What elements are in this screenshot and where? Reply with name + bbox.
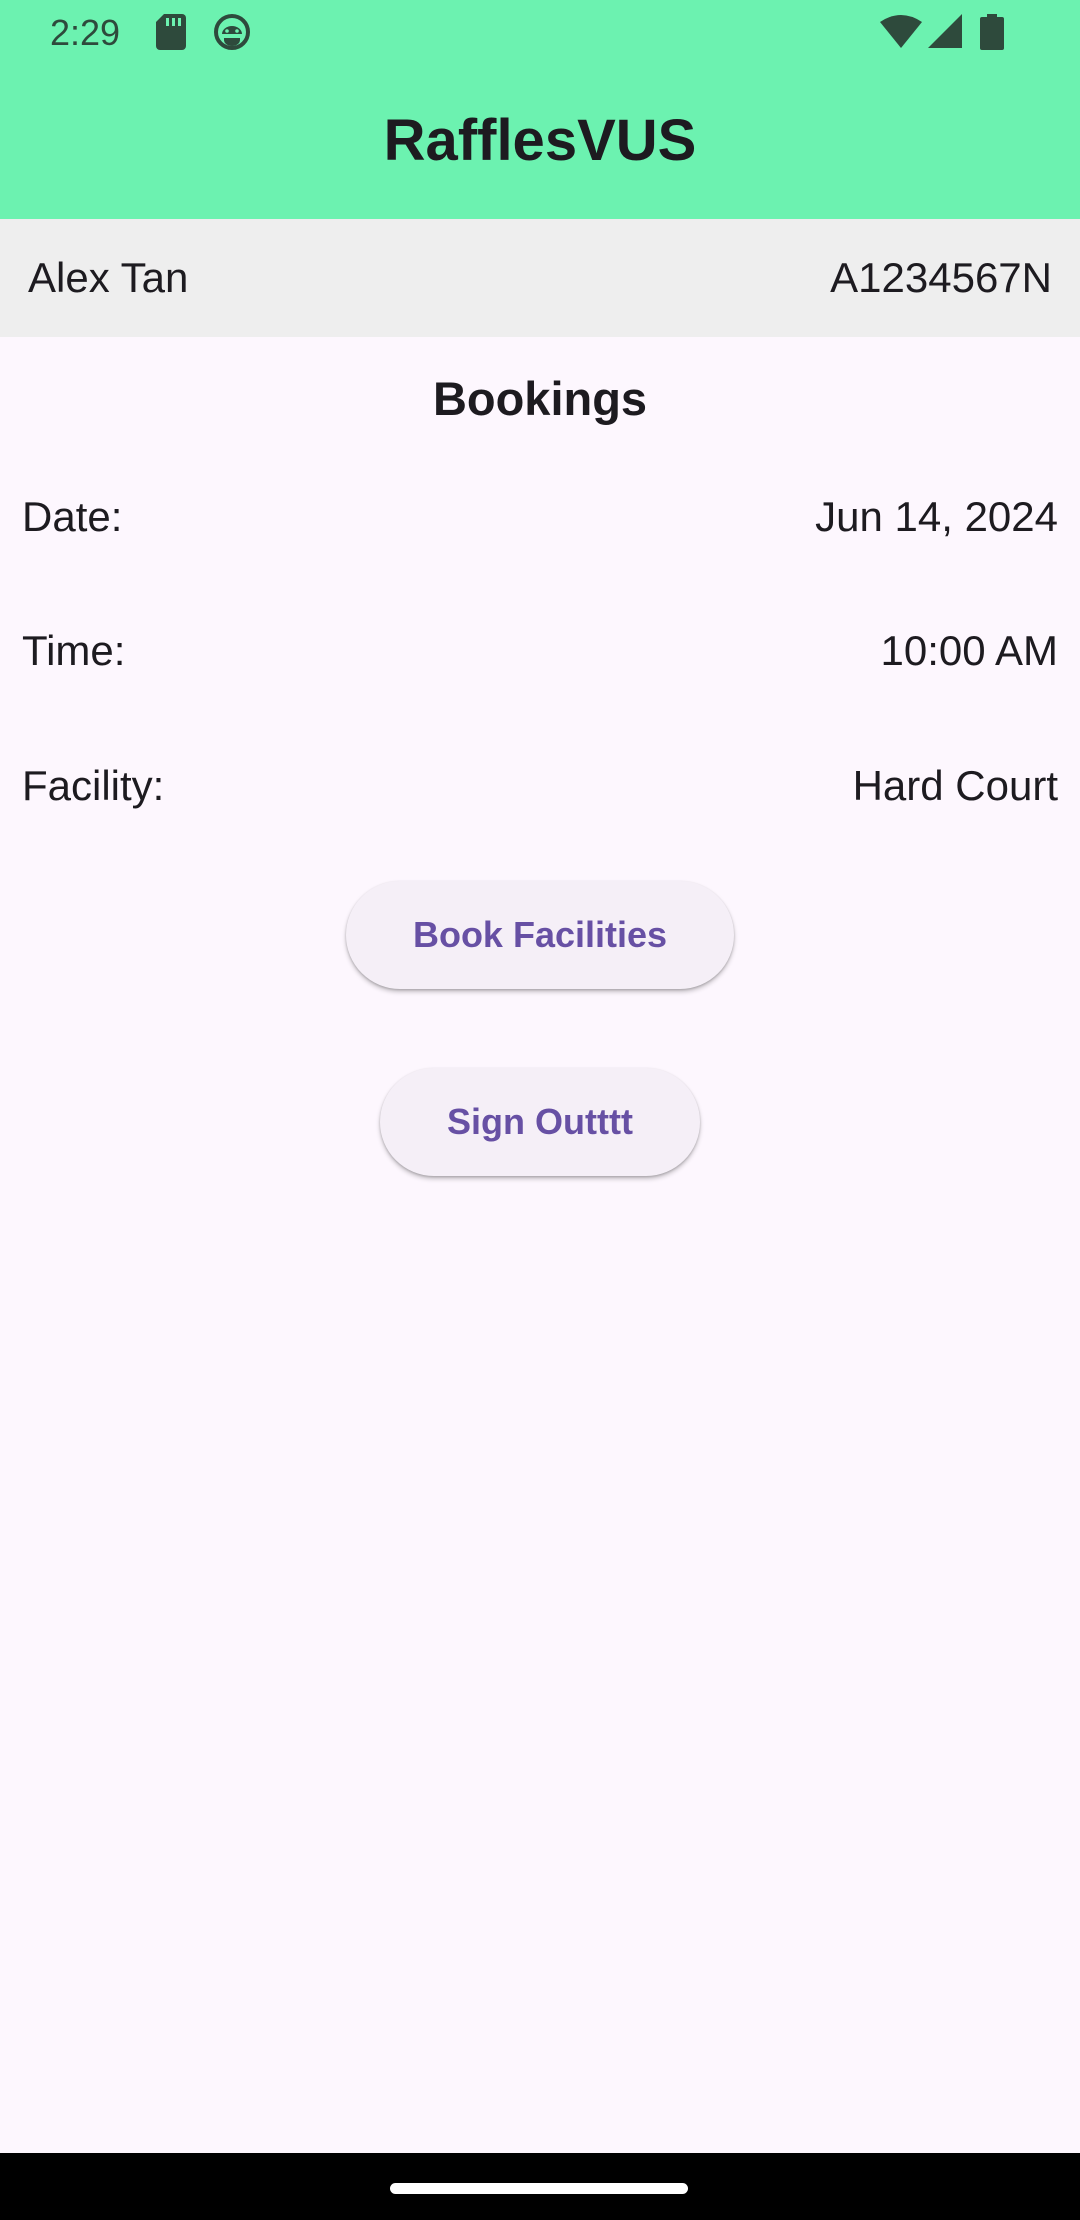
cell-signal-icon (928, 14, 962, 48)
user-id: A1234567N (830, 254, 1052, 301)
app-title: RafflesVUS (383, 108, 697, 173)
date-label: Date: (22, 493, 123, 540)
user-info-bar: Alex Tan A1234567N (0, 219, 1080, 337)
booking-row-time: Time: 10:00 AM (22, 618, 1058, 684)
status-time: 2:29 (50, 12, 121, 53)
time-label: Time: (22, 627, 126, 674)
screen: 2:29 RafflesVUS Alex Tan A1234567N Booki… (0, 0, 1080, 2220)
time-value: 10:00 AM (880, 627, 1058, 674)
home-gesture-handle[interactable] (390, 2183, 688, 2194)
book-facilities-button[interactable]: Book Facilities (346, 881, 734, 989)
system-navigation-bar (0, 2153, 1080, 2220)
facility-value: Hard Court (852, 762, 1058, 809)
sign-out-button[interactable]: Sign Outttt (380, 1068, 700, 1176)
booking-row-date: Date: Jun 14, 2024 (22, 484, 1058, 550)
bookings-title: Bookings (432, 372, 648, 425)
date-value: Jun 14, 2024 (815, 493, 1058, 540)
booking-row-facility: Facility: Hard Court (22, 753, 1058, 819)
status-bar: 2:29 (0, 0, 1080, 66)
user-name: Alex Tan (28, 254, 189, 301)
wifi-icon (880, 15, 922, 48)
sd-card-icon (156, 14, 186, 50)
battery-icon (980, 14, 1004, 50)
app-header: 2:29 RafflesVUS (0, 0, 1080, 219)
facility-label: Facility: (22, 762, 165, 809)
android-debug-icon (214, 14, 250, 50)
